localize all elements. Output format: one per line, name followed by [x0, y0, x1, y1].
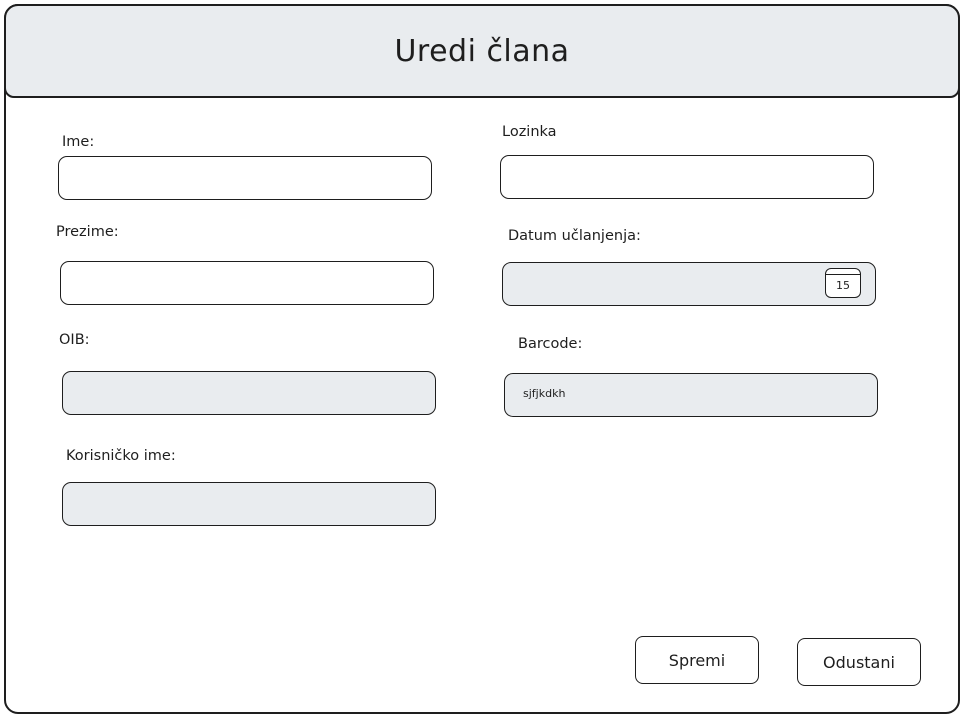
lozinka-input[interactable]: [500, 155, 874, 199]
datum-input[interactable]: 15: [502, 262, 876, 306]
dialog-title: Uredi člana: [394, 33, 570, 69]
oib-input: [62, 371, 436, 415]
barcode-label: Barcode:: [518, 336, 583, 352]
korisnicko-ime-input: [62, 482, 436, 526]
korisnicko-ime-label: Korisničko ime:: [66, 448, 176, 464]
ime-input[interactable]: [58, 156, 432, 200]
ime-label: Ime:: [62, 134, 95, 150]
dialog-header: Uredi člana: [4, 4, 960, 98]
calendar-icon[interactable]: 15: [825, 268, 861, 298]
barcode-input: sjfjkdkh: [504, 373, 878, 417]
save-button[interactable]: Spremi: [635, 636, 759, 684]
prezime-input[interactable]: [60, 261, 434, 305]
edit-member-dialog: [4, 4, 960, 714]
lozinka-label: Lozinka: [502, 124, 557, 140]
prezime-label: Prezime:: [56, 224, 119, 240]
barcode-value: sjfjkdkh: [523, 387, 566, 400]
calendar-day: 15: [836, 279, 850, 292]
cancel-button[interactable]: Odustani: [797, 638, 921, 686]
oib-label: OIB:: [59, 332, 90, 348]
datum-label: Datum učlanjenja:: [508, 228, 641, 244]
